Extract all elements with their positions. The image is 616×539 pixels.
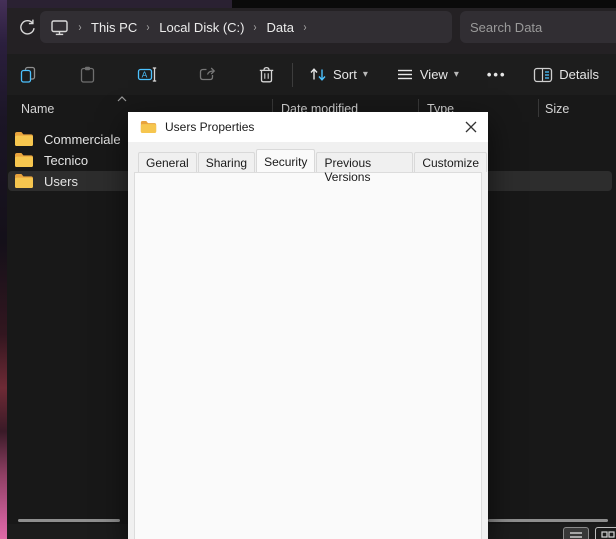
ellipsis-icon: ••• (487, 67, 507, 82)
chevron-down-icon: ▾ (363, 69, 368, 80)
sort-label: Sort (333, 67, 357, 82)
properties-dialog: Users Properties General Sharing Securit… (128, 112, 488, 539)
dialog-tab-strip: General Sharing Security Previous Versio… (138, 150, 488, 172)
trash-icon (257, 65, 276, 84)
dialog-title-bar[interactable]: Users Properties (128, 112, 488, 142)
breadcrumb-chevron-icon: › (303, 20, 306, 34)
details-pane-button[interactable]: Details (526, 62, 606, 88)
sort-icon (309, 66, 327, 83)
close-icon (465, 121, 477, 133)
file-name: Tecnico (44, 153, 88, 168)
column-header-size[interactable]: Size (545, 102, 569, 116)
grid-view-icon (601, 531, 615, 539)
more-options-button[interactable]: ••• (480, 62, 514, 87)
details-label: Details (559, 67, 599, 82)
refresh-icon (17, 18, 36, 37)
details-pane-icon (533, 67, 553, 83)
tab-sharing[interactable]: Sharing (198, 152, 255, 172)
file-name: Commerciale (44, 132, 121, 147)
tab-customize[interactable]: Customize (414, 152, 487, 172)
command-bar: A (7, 54, 616, 95)
chevron-down-icon: ▾ (454, 69, 459, 80)
breadcrumb-chevron-icon: › (78, 20, 81, 34)
breadcrumb-chevron-icon: › (147, 20, 150, 34)
column-divider[interactable] (538, 99, 539, 117)
sort-ascending-caret-icon (117, 96, 127, 102)
screen: › This PC › Local Disk (C:) › Data › (0, 0, 616, 539)
folder-icon (14, 152, 34, 168)
folder-icon (14, 173, 34, 189)
toolbar-divider (292, 63, 293, 87)
search-box[interactable] (460, 11, 616, 43)
details-view-toggle-button[interactable] (563, 527, 589, 539)
share-button[interactable] (191, 60, 224, 89)
breadcrumb-local-disk[interactable]: Local Disk (C:) (159, 20, 244, 35)
window-top-edge (7, 0, 232, 8)
delete-button[interactable] (250, 60, 283, 89)
rename-icon: A (137, 65, 158, 84)
svg-text:A: A (142, 69, 148, 79)
share-icon (198, 65, 217, 84)
column-header-name[interactable]: Name (21, 102, 54, 116)
navigation-bar: › This PC › Local Disk (C:) › Data › (7, 8, 616, 54)
search-input[interactable] (470, 20, 616, 35)
dialog-close-button[interactable] (460, 116, 482, 138)
breadcrumb-chevron-icon: › (254, 20, 257, 34)
desktop-wallpaper-strip (0, 0, 7, 539)
dialog-title: Users Properties (165, 120, 254, 134)
view-label: View (420, 67, 448, 82)
background-window-edge (232, 0, 616, 8)
tab-previous-versions[interactable]: Previous Versions (316, 152, 413, 172)
rename-button[interactable]: A (130, 60, 165, 89)
paste-button[interactable] (71, 60, 104, 89)
view-button[interactable]: View ▾ (389, 62, 466, 87)
view-icon (396, 67, 414, 82)
list-view-icon (569, 531, 583, 539)
file-name: Users (44, 174, 78, 189)
icons-view-toggle-button[interactable] (595, 527, 616, 539)
sort-button[interactable]: Sort ▾ (302, 61, 375, 88)
refresh-button[interactable] (14, 15, 38, 39)
tab-general[interactable]: General (138, 152, 197, 172)
security-tab-panel (134, 172, 482, 539)
paste-icon (78, 65, 97, 84)
breadcrumb-this-pc[interactable]: This PC (91, 20, 137, 35)
tab-security[interactable]: Security (256, 149, 315, 172)
folder-icon (140, 120, 157, 134)
copy-button[interactable] (12, 60, 45, 89)
horizontal-scrollbar[interactable] (18, 519, 120, 522)
horizontal-scrollbar[interactable] (488, 519, 608, 522)
address-bar[interactable]: › This PC › Local Disk (C:) › Data › (40, 11, 452, 43)
breadcrumb-data[interactable]: Data (266, 20, 293, 35)
this-pc-icon (50, 19, 69, 36)
copy-icon (19, 65, 38, 84)
folder-icon (14, 131, 34, 147)
